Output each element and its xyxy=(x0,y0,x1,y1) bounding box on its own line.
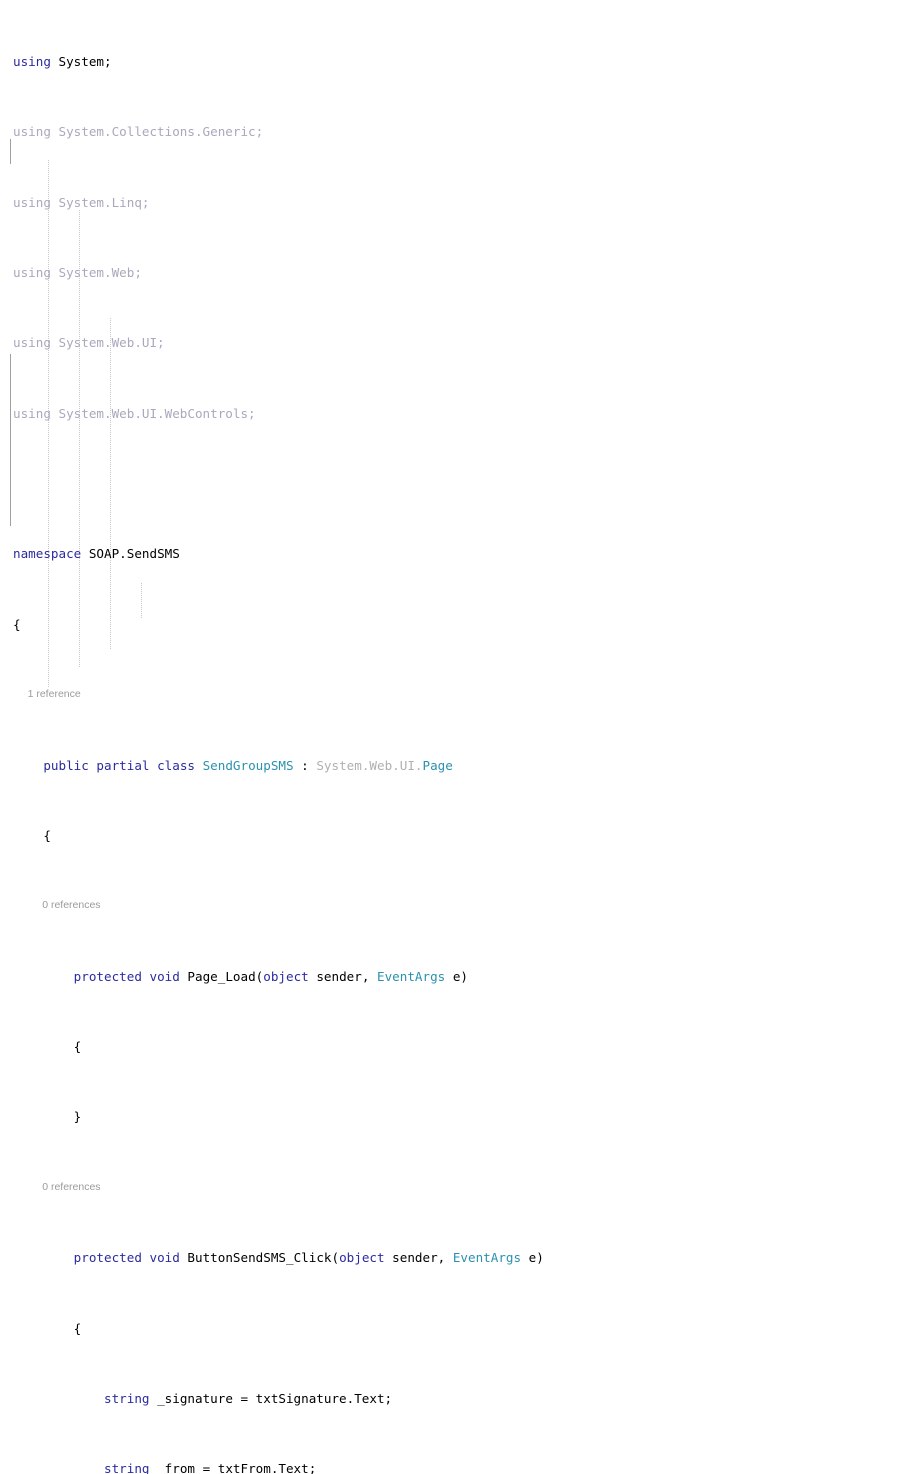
token-namespace-name: SOAP.SendSMS xyxy=(81,546,180,562)
token-using-webui: using System.Web.UI; xyxy=(13,335,165,351)
line-using-linq[interactable]: using System.Linq; xyxy=(0,194,908,212)
token-type-eventargs: EventArgs xyxy=(452,1250,522,1266)
line-buttonclick-signature[interactable]: protected void ButtonSendSMS_Click(objec… xyxy=(0,1249,908,1267)
token-colon: : xyxy=(293,757,317,773)
token-method-pageload: Page_Load( xyxy=(179,968,264,984)
token-keyword-class: class xyxy=(149,757,196,773)
code-editor[interactable]: using System; using System.Collections.G… xyxy=(0,0,908,1474)
codelens-buttonclick-label: 0 references xyxy=(42,1180,101,1193)
line-namespace[interactable]: namespace SOAP.SendSMS xyxy=(0,545,908,563)
line-using-collections[interactable]: using System.Collections.Generic; xyxy=(0,123,908,141)
token-expr-from: _from = txtFrom.Text; xyxy=(149,1461,317,1474)
codelens-pageload-references[interactable]: 0 references xyxy=(0,897,908,915)
line-class-open-brace[interactable]: { xyxy=(0,827,908,845)
token-keyword-string: string xyxy=(104,1390,150,1406)
token-keyword-string: string xyxy=(104,1461,150,1474)
token-keyword-partial: partial xyxy=(88,757,150,773)
token-method-buttonsendsms-click: ButtonSendSMS_Click( xyxy=(179,1250,340,1266)
codelens-buttonclick-references[interactable]: 0 references xyxy=(0,1179,908,1197)
token-brace: { xyxy=(13,1039,82,1055)
token-brace: } xyxy=(13,1109,82,1125)
token-namespace-system: System; xyxy=(50,53,112,69)
token-keyword-protected: protected xyxy=(73,968,142,984)
token-class-name: SendGroupSMS xyxy=(195,757,294,773)
token-param-e: e) xyxy=(521,1250,544,1266)
line-using-system[interactable]: using System; xyxy=(0,53,908,71)
token-using-web: using System.Web; xyxy=(13,264,142,280)
line-declare-from[interactable]: string _from = txtFrom.Text; xyxy=(0,1460,908,1474)
token-base-qualifier: System.Web.UI. xyxy=(316,757,423,773)
codelens-indent xyxy=(13,1181,42,1193)
line-class-declaration[interactable]: public partial class SendGroupSMS : Syst… xyxy=(0,757,908,775)
line-using-web[interactable]: using System.Web; xyxy=(0,264,908,282)
line-using-webui[interactable]: using System.Web.UI; xyxy=(0,334,908,352)
code-content[interactable]: using System; using System.Collections.G… xyxy=(0,0,908,1474)
token-using-webcontrols: using System.Web.UI.WebControls; xyxy=(13,405,256,421)
codelens-indent xyxy=(13,688,28,700)
token-keyword-public: public xyxy=(43,757,89,773)
line-pageload-open-brace[interactable]: { xyxy=(0,1038,908,1056)
token-base-type: Page xyxy=(422,757,453,773)
token-param-e: e) xyxy=(445,968,468,984)
line-pageload-signature[interactable]: protected void Page_Load(object sender, … xyxy=(0,968,908,986)
line-blank-1[interactable] xyxy=(0,475,908,493)
line-buttonclick-open-brace[interactable]: { xyxy=(0,1320,908,1338)
codelens-indent xyxy=(13,899,42,911)
token-expr-signature: _signature = txtSignature.Text; xyxy=(149,1390,393,1406)
line-using-webcontrols[interactable]: using System.Web.UI.WebControls; xyxy=(0,405,908,423)
token-type-eventargs: EventArgs xyxy=(377,968,446,984)
token-keyword-void: void xyxy=(141,968,180,984)
token-param-sender: sender, xyxy=(384,1250,453,1266)
token-brace: { xyxy=(13,827,51,843)
token-brace: { xyxy=(13,616,21,632)
token-keyword-object: object xyxy=(339,1250,385,1266)
line-declare-signature[interactable]: string _signature = txtSignature.Text; xyxy=(0,1390,908,1408)
token-keyword-protected: protected xyxy=(73,1250,142,1266)
token-keyword-using: using xyxy=(13,53,51,69)
token-keyword-object: object xyxy=(263,968,309,984)
token-keyword-namespace: namespace xyxy=(13,546,82,562)
token-brace: { xyxy=(13,1320,82,1336)
codelens-class-references[interactable]: 1 reference xyxy=(0,686,908,704)
token-keyword-void: void xyxy=(141,1250,180,1266)
token-using-collections: using System.Collections.Generic; xyxy=(13,124,264,140)
codelens-class-label: 1 reference xyxy=(27,688,81,701)
token-param-sender: sender, xyxy=(308,968,377,984)
line-namespace-open-brace[interactable]: { xyxy=(0,616,908,634)
line-pageload-close-brace[interactable]: } xyxy=(0,1108,908,1126)
token-using-linq: using System.Linq; xyxy=(13,194,150,210)
codelens-pageload-label: 0 references xyxy=(42,899,101,912)
